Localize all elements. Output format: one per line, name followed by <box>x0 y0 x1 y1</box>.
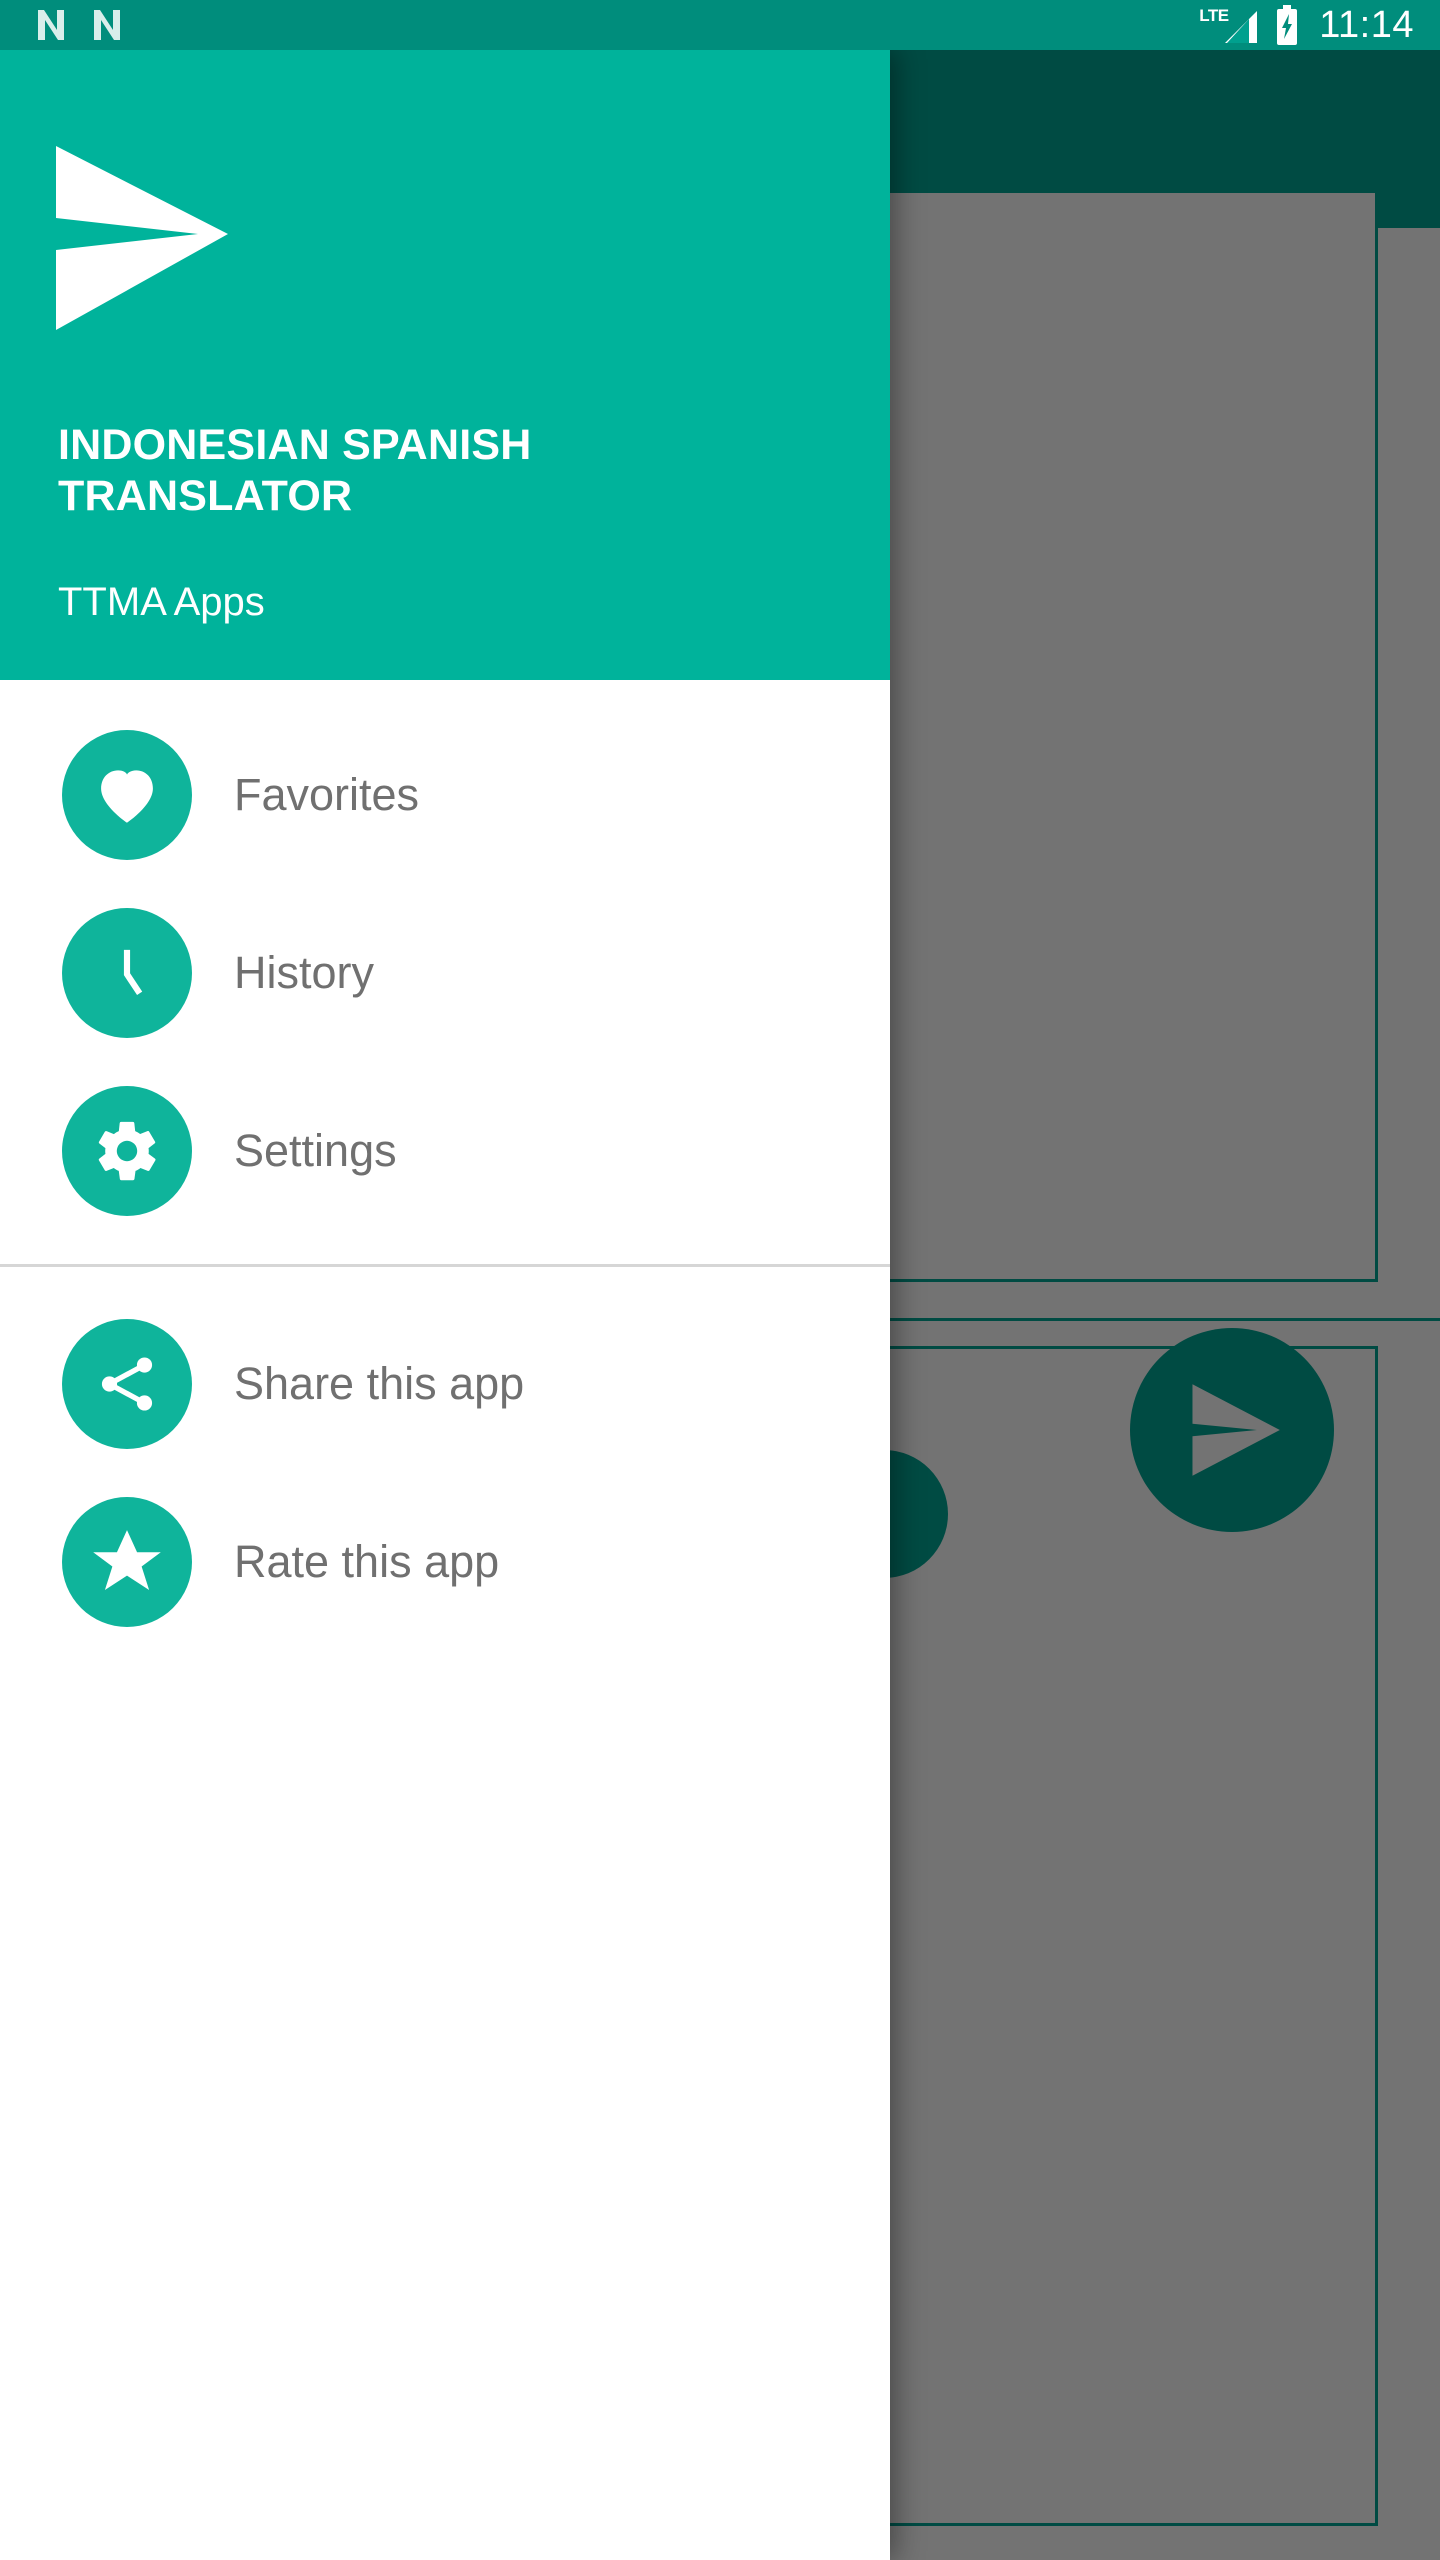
battery-charging-icon <box>1277 5 1298 45</box>
sidebar-item-label: Favorites <box>234 769 420 820</box>
status-bar: LTE 11:14 <box>0 0 1440 50</box>
drawer-app-publisher: TTMA Apps <box>58 580 265 624</box>
sidebar-item-favorites[interactable]: Favorites <box>0 706 890 884</box>
sidebar-item-label: Rate this app <box>234 1536 500 1587</box>
drawer-header: INDONESIAN SPANISH TRANSLATOR TTMA Apps <box>0 50 890 680</box>
status-bar-right-icons: LTE 11:14 <box>1199 4 1414 47</box>
sidebar-item-label: Share this app <box>234 1358 525 1409</box>
sidebar-item-history[interactable]: History <box>0 884 890 1062</box>
android-n-icon <box>34 6 68 44</box>
sidebar-item-rate-this-app[interactable]: Rate this app <box>0 1473 890 1651</box>
sidebar-item-label: History <box>234 947 375 998</box>
drawer-app-title: INDONESIAN SPANISH TRANSLATOR <box>58 421 532 520</box>
send-plane-logo <box>48 138 240 338</box>
network-type-label: LTE <box>1199 6 1229 25</box>
gear-icon <box>62 1086 192 1216</box>
navigation-drawer[interactable]: INDONESIAN SPANISH TRANSLATOR TTMA Apps … <box>0 50 890 2560</box>
android-n-icon <box>90 6 124 44</box>
sidebar-item-share-this-app[interactable]: Share this app <box>0 1295 890 1473</box>
sidebar-item-label: Settings <box>234 1125 397 1176</box>
status-bar-left-icons <box>34 6 124 44</box>
network-indicator: LTE <box>1199 5 1259 45</box>
heart-icon <box>62 730 192 860</box>
menu-divider <box>0 1264 890 1267</box>
star-icon <box>62 1497 192 1627</box>
drawer-menu-list: Favorites History Settings Share this ap… <box>0 680 890 1651</box>
app-screen: SPANISH <box>0 0 1440 2560</box>
clock-icon <box>62 908 192 1038</box>
sidebar-item-settings[interactable]: Settings <box>0 1062 890 1240</box>
share-icon <box>62 1319 192 1449</box>
status-bar-clock: 11:14 <box>1319 3 1414 46</box>
